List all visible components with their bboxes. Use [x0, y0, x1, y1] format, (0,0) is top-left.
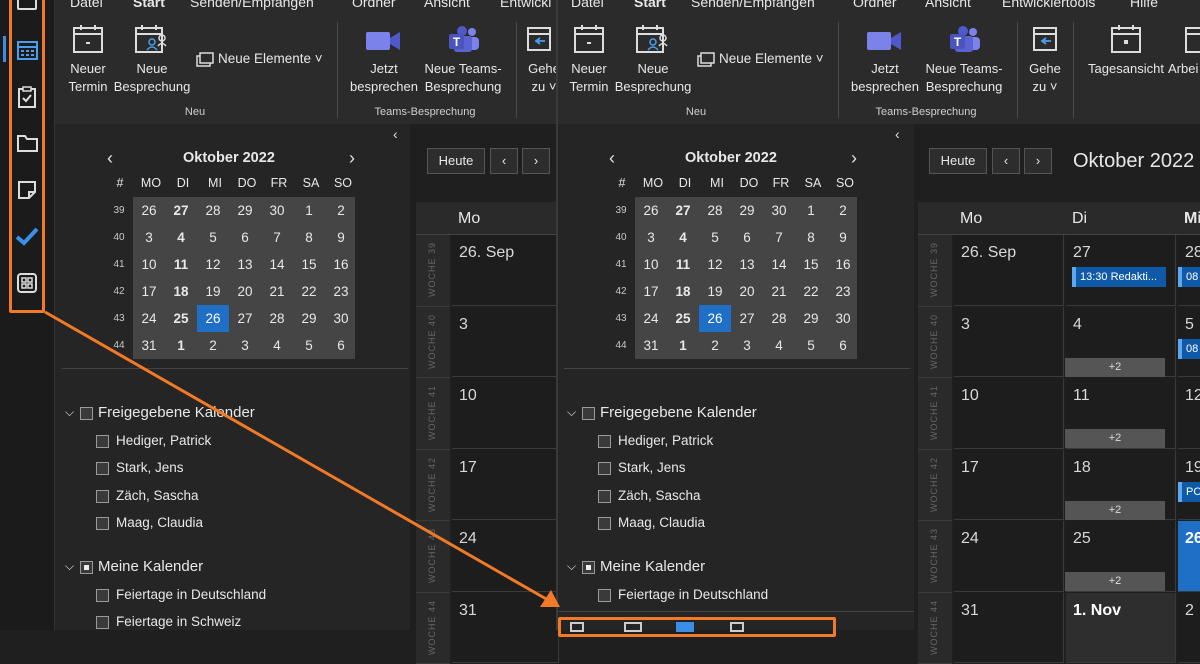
arrow-connector — [0, 0, 1200, 630]
